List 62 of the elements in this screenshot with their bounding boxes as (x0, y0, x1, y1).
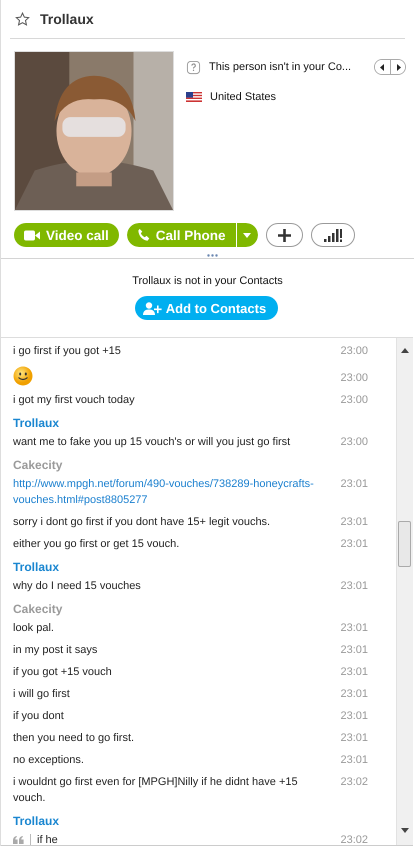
message-text: i go first if you got +15 (13, 344, 122, 359)
video-call-button[interactable]: Video call (14, 223, 119, 247)
scrollbar[interactable] (396, 338, 413, 845)
message-time: 23:01 (340, 579, 368, 594)
message-text: look pal. (13, 621, 55, 636)
message-text: sorry i dont go first if you dont have 15+ legit vouchs. (13, 515, 272, 530)
sender-name: Trollaux (13, 559, 60, 575)
call-phone-button[interactable]: Call Phone (126, 223, 236, 247)
star-icon[interactable] (15, 12, 30, 26)
message-time: 23:01 (340, 537, 368, 552)
message-time: 23:00 (340, 344, 368, 359)
left-arrow-icon[interactable] (380, 64, 385, 70)
signal-bars-icon[interactable] (324, 228, 342, 242)
message-time: 23:02 (340, 833, 368, 845)
message-text: no exceptions. (13, 753, 85, 768)
message-time: 23:01 (340, 477, 368, 492)
notice-text: Trollaux is not in your Contacts (132, 275, 283, 287)
message-text: if you dont (13, 709, 65, 724)
message-text: then you need to go first. (13, 731, 136, 746)
unknown-status-icon (186, 60, 201, 74)
message-time: 23:01 (340, 621, 368, 636)
sender-name: Trollaux (13, 415, 60, 431)
flag-icon (186, 92, 202, 102)
next-button[interactable] (390, 60, 405, 74)
plus-icon[interactable] (278, 228, 291, 242)
message-time: 23:01 (340, 515, 368, 530)
sender-name: Cakecity (13, 601, 64, 617)
message-text: i wouldnt go first even for [MPGH]Nilly if he didnt have +15 vouch. (13, 775, 299, 806)
message-text: why do I need 15 vouches (13, 579, 142, 594)
message-text: either you go first or get 15 vouch. (13, 537, 180, 552)
add-button[interactable] (266, 223, 303, 247)
message-text: in my post it says (13, 643, 98, 658)
message-text: want me to fake you up 15 vouch's or will you just go first (13, 435, 292, 450)
contact-name: Trollaux (40, 11, 94, 27)
message-time: 23:00 (340, 371, 368, 386)
sender-name: Trollaux (13, 813, 60, 829)
message-time: 23:00 (340, 393, 368, 408)
message-time: 23:01 (340, 731, 368, 746)
location: United States (210, 91, 276, 103)
message-text: if you got +15 vouch (13, 665, 113, 680)
message-time: 23:01 (340, 709, 368, 724)
quoted-text: if he (37, 833, 58, 845)
sender-name: Cakecity (13, 457, 64, 473)
right-arrow-icon[interactable] (396, 64, 400, 70)
message-text: i got my first vouch today (13, 393, 136, 408)
status-note: This person isn't in your Co... (209, 61, 352, 73)
message-time: 23:01 (340, 665, 368, 680)
call-quality-button[interactable] (310, 223, 355, 247)
quote-icon (13, 836, 24, 844)
scroll-thumb[interactable] (398, 521, 411, 567)
message-time: 23:01 (340, 643, 368, 658)
scroll-down-icon[interactable] (401, 828, 409, 833)
message-time: 23:01 (340, 687, 368, 702)
message-link[interactable]: http://www.mpgh.net/forum/490-vouches/738289-honeycrafts-vouches.html#post8805277 (13, 476, 318, 508)
message-time: 23:01 (340, 753, 368, 768)
resize-handle-icon[interactable] (207, 254, 218, 257)
message-time: 23:02 (340, 775, 368, 790)
add-to-contacts-button[interactable]: Add to Contacts (134, 296, 278, 320)
message-time: 23:00 (340, 435, 368, 450)
smiley-icon (13, 366, 33, 386)
scroll-up-icon[interactable] (401, 348, 409, 353)
message-text: i will go first (13, 687, 71, 702)
